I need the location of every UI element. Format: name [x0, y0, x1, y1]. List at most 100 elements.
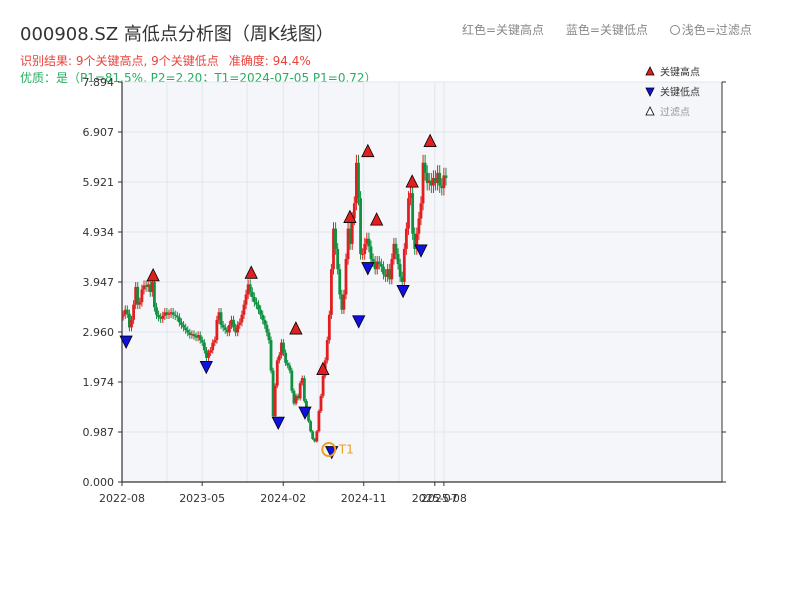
candle-body: [255, 302, 258, 305]
candle-body: [155, 307, 158, 315]
candle-body: [327, 314, 331, 341]
candle-body: [136, 286, 140, 305]
y-tick-label: 0.987: [83, 426, 115, 439]
candle-body: [317, 411, 321, 432]
candle-body: [173, 314, 177, 316]
candle-body: [330, 269, 333, 315]
x-tick-label: 2023-05: [179, 492, 225, 505]
candle-body: [334, 228, 337, 249]
y-tick-label: 1.974: [83, 376, 115, 389]
kline-chart: 0.000 0.987 1.974 2.960 3.947 4.934 5.921 6.907…: [83, 66, 726, 505]
candle-body: [227, 324, 231, 333]
x-tick-label: 2024-02: [260, 492, 306, 505]
candle-body: [171, 312, 175, 315]
candle-body: [200, 340, 204, 343]
candle-body: [125, 309, 129, 314]
y-tick-label: 7.894: [83, 76, 115, 89]
candle-body: [215, 319, 219, 341]
y-tick-label: 0.000: [83, 476, 115, 489]
x-tick-label: 2024-11: [341, 492, 387, 505]
candle-body: [265, 324, 269, 333]
candle-body: [321, 375, 325, 396]
candle-body: [138, 302, 142, 305]
candle-body: [444, 175, 448, 178]
candle-body: [269, 340, 273, 371]
candle-body: [240, 314, 244, 323]
candle-body: [250, 291, 254, 298]
candle-body: [202, 342, 206, 351]
t1-label: T1: [338, 443, 354, 457]
candle-body: [342, 294, 346, 310]
candle-body: [319, 395, 323, 412]
candle-body: [407, 198, 410, 229]
candle-body: [315, 431, 319, 442]
candle-body: [359, 198, 362, 254]
y-tick-label: 2.960: [83, 326, 115, 339]
candle-body: [140, 289, 144, 303]
candle-body: [257, 304, 260, 310]
candle-body: [338, 269, 342, 295]
candle-body: [396, 253, 400, 265]
candle-body: [207, 352, 210, 358]
candle-body: [352, 203, 356, 219]
candle-body: [379, 264, 383, 267]
candle-body: [288, 365, 292, 371]
candle-body: [371, 259, 375, 262]
legend-entry: 过滤点: [660, 106, 690, 119]
candle-body: [232, 319, 235, 328]
candle-body: [286, 362, 290, 366]
legend-entry: 关键高点: [660, 66, 700, 79]
candle-body: [419, 203, 423, 219]
candle-body: [309, 421, 312, 432]
candle-body: [290, 370, 294, 391]
candle-body: [417, 218, 421, 234]
candle-body: [423, 162, 427, 173]
candle-body: [267, 332, 271, 341]
candle-body: [213, 340, 217, 343]
candle-body: [398, 264, 402, 277]
x-tick-label: 2022-08: [99, 492, 145, 505]
candle-body: [132, 304, 135, 320]
candle-body: [361, 253, 365, 255]
candle-body: [252, 297, 256, 303]
candle-body: [161, 315, 165, 319]
candle-body: [402, 248, 406, 282]
candle-body: [221, 324, 225, 328]
y-tick-label: 4.934: [83, 226, 115, 239]
candle-body: [167, 313, 171, 315]
candle-body: [367, 238, 371, 247]
y-tick-label: 3.947: [83, 276, 115, 289]
x-tick-label: 2025-08: [421, 492, 467, 505]
candle-body: [130, 319, 133, 328]
candle-body: [182, 324, 185, 328]
candle-body: [157, 314, 160, 318]
candle-body: [284, 352, 288, 363]
candle-body: [184, 327, 188, 330]
candle-body: [394, 243, 398, 254]
candle-body: [336, 248, 340, 270]
y-tick-label: 6.907: [83, 126, 115, 139]
candle-body: [438, 172, 442, 186]
candle-body: [244, 294, 248, 305]
candle-body: [377, 261, 381, 265]
candle-body: [382, 266, 385, 275]
candle-body: [248, 284, 252, 292]
legend-marker-icon: [645, 66, 655, 76]
candle-body: [311, 431, 315, 439]
candle-body: [259, 309, 263, 315]
candle-body: [211, 342, 215, 351]
candle-body: [263, 319, 267, 325]
candle-body: [178, 317, 181, 323]
candle-body: [121, 314, 125, 317]
candle-body: [238, 322, 242, 325]
candle-body: [325, 340, 329, 361]
candle-body: [192, 334, 196, 337]
candle-body: [277, 355, 281, 361]
candle-body: [261, 314, 265, 320]
candle-body: [298, 383, 302, 399]
legend-entry: 关键低点: [660, 86, 700, 99]
candle-body: [198, 335, 202, 341]
candle-body: [357, 162, 360, 199]
candle-body: [242, 304, 246, 315]
candle-body: [282, 342, 285, 353]
